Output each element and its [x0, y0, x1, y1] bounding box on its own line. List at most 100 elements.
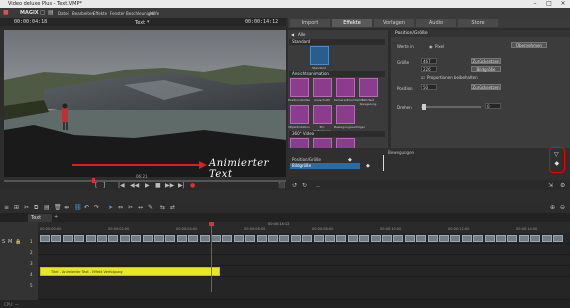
forward-icon[interactable]: ▶▶ — [165, 183, 174, 189]
back-icon[interactable]: ◀ — [291, 32, 294, 37]
undo-icon[interactable]: ↶ — [84, 205, 89, 211]
tile-objektrotation[interactable] — [290, 105, 309, 124]
delete-icon[interactable]: 🗑 — [54, 205, 62, 211]
keyframe-marker-icon[interactable]: ◆ — [366, 163, 370, 169]
split-icon[interactable]: ⇹ — [64, 205, 69, 211]
tab-effekte[interactable]: Effekte — [332, 19, 372, 27]
track-row-title[interactable]: Titel - Animierter Text - Effekt Verfolg… — [38, 266, 570, 277]
timeline-ruler[interactable]: 00:00:14:12 00:00:00:00 00:00:02:00 00:00:… — [38, 222, 570, 233]
roll-tool-icon[interactable]: ⇄ — [170, 205, 175, 211]
keyframe-track-1[interactable]: Position/Größe — [292, 157, 321, 162]
tab-store[interactable]: Store — [458, 19, 498, 27]
solo-button[interactable]: S — [2, 239, 5, 245]
redo-icon[interactable]: ↻ — [302, 183, 307, 189]
filter-label[interactable]: Alle — [298, 32, 305, 37]
project-selector[interactable]: Text — [135, 20, 145, 26]
play-icon[interactable]: ▶ — [145, 183, 150, 189]
reset-size-button[interactable]: Zurücksetzen — [471, 58, 501, 64]
new-tab-icon[interactable]: + — [54, 214, 58, 220]
stretch-tool-icon[interactable]: ↔ — [138, 205, 143, 211]
magix-logo: MAGIX — [20, 10, 39, 16]
position-x-field[interactable]: 50 — [421, 84, 437, 90]
stop-icon[interactable]: ■ — [155, 183, 161, 189]
fullscreen-icon[interactable]: ⬛ — [278, 183, 285, 189]
size-width-field[interactable]: 467 — [421, 58, 437, 64]
add-track-icon[interactable]: ⊞ — [14, 205, 19, 211]
zoom-out-icon[interactable]: ⊖ — [560, 205, 565, 211]
keyframe-icon[interactable]: ◆ — [555, 160, 560, 167]
clip-thumbnail — [154, 235, 164, 242]
open-file-icon[interactable]: ▤ — [48, 10, 54, 16]
undo-icon[interactable]: ↺ — [292, 183, 297, 189]
tile-standard[interactable] — [310, 46, 329, 65]
expand-icon[interactable]: ⇲ — [548, 183, 553, 189]
menu-fenster[interactable]: Fenster — [110, 11, 125, 16]
rotate-slider-handle[interactable] — [422, 104, 426, 110]
keyframe-track-2[interactable]: Bildgröße — [290, 163, 360, 169]
mute-button[interactable]: M — [8, 239, 12, 245]
zoom-in-icon[interactable]: ⊕ — [550, 205, 555, 211]
rewind-icon[interactable]: ◀◀ — [130, 183, 139, 189]
size-height-field[interactable]: 226 — [421, 66, 437, 72]
menu-datei[interactable]: Datei — [58, 11, 69, 16]
lock-icon[interactable]: 🔒 — [15, 239, 21, 245]
video-clip[interactable] — [40, 233, 568, 244]
mark-in-icon[interactable]: [ — [95, 183, 97, 189]
add-keyframe-icon[interactable]: ▽ — [554, 151, 559, 158]
section-standard-header[interactable]: Standard — [289, 39, 385, 45]
rotate-field[interactable]: 0 — [485, 103, 501, 109]
paste-icon[interactable]: ▤ — [44, 205, 50, 211]
tab-import[interactable]: Import — [290, 19, 330, 27]
picture-size-button[interactable]: Bildgröße — [471, 66, 501, 72]
menu-effekte[interactable]: Effekte — [93, 11, 107, 16]
tile-3d-verformung[interactable] — [313, 105, 332, 124]
track-row-video[interactable] — [38, 233, 570, 244]
prev-marker-icon[interactable]: |◀ — [118, 183, 125, 189]
settings-icon[interactable]: ⚙ — [560, 183, 565, 189]
tile-position-size[interactable] — [290, 78, 309, 97]
tab-timeline-text[interactable]: Text — [28, 214, 52, 222]
draw-tool-icon[interactable]: ✎ — [148, 205, 153, 211]
cut-tool-icon[interactable]: ✂ — [128, 205, 133, 211]
close-button[interactable]: × — [556, 0, 570, 8]
range-tool-icon[interactable]: ⇔ — [118, 205, 123, 211]
slip-tool-icon[interactable]: ⇆ — [160, 205, 165, 211]
reset-position-button[interactable]: Zurücksetzen — [471, 84, 501, 90]
radio-pixel[interactable]: ◉ — [429, 44, 433, 49]
track-row-empty[interactable] — [38, 255, 570, 266]
apply-button[interactable]: Übernehmen — [511, 42, 547, 48]
maximize-button[interactable]: □ — [542, 0, 556, 8]
tile-bewegungsverfolger[interactable] — [336, 105, 355, 124]
tile-spiegelung[interactable] — [359, 78, 378, 97]
chevron-down-icon[interactable]: ▾ — [147, 19, 150, 25]
menu-icon[interactable]: ≡ — [4, 205, 9, 211]
menu-hilfe[interactable]: Hilfe — [150, 11, 159, 16]
title-clip[interactable]: Titel - Animierter Text - Effekt Verfolg… — [40, 267, 220, 276]
cut-icon[interactable]: ✂ — [24, 205, 29, 211]
tile-ausschnitt[interactable] — [313, 78, 332, 97]
track-row-empty-2[interactable] — [38, 277, 570, 300]
track-row-audio[interactable] — [38, 244, 570, 255]
playhead-handle[interactable] — [209, 222, 214, 226]
section-360-header[interactable]: 360° Video — [289, 131, 385, 137]
playhead[interactable] — [211, 222, 212, 292]
mark-out-icon[interactable]: ] — [103, 183, 105, 189]
keep-proportions-checkbox[interactable]: ☑ — [421, 75, 425, 80]
timecode-right: 00:00:14:12 — [245, 19, 279, 25]
tab-audio[interactable]: Audio — [416, 19, 456, 27]
menu-bearbeiten[interactable]: Bearbeiten — [72, 11, 94, 16]
record-icon[interactable]: ● — [190, 183, 195, 189]
tile-kamera-zoom[interactable] — [336, 78, 355, 97]
new-file-icon[interactable]: ▢ — [40, 10, 46, 16]
section-animation-header[interactable]: Ansichtsanimation — [289, 71, 385, 77]
minimize-button[interactable]: – — [528, 0, 542, 8]
tab-vorlagen[interactable]: Vorlagen — [374, 19, 414, 27]
video-preview[interactable]: Animierter Text — [4, 30, 286, 177]
redo-icon[interactable]: ↷ — [94, 205, 99, 211]
keyframe-marker-icon[interactable]: ◆ — [348, 157, 352, 163]
link-icon[interactable]: ⛓ — [74, 205, 82, 211]
pointer-tool-icon[interactable]: ➤ — [108, 205, 113, 211]
next-marker-icon[interactable]: ▶| — [178, 183, 185, 189]
copy-icon[interactable]: ⧉ — [34, 205, 38, 211]
rotate-slider-track[interactable] — [421, 106, 481, 108]
